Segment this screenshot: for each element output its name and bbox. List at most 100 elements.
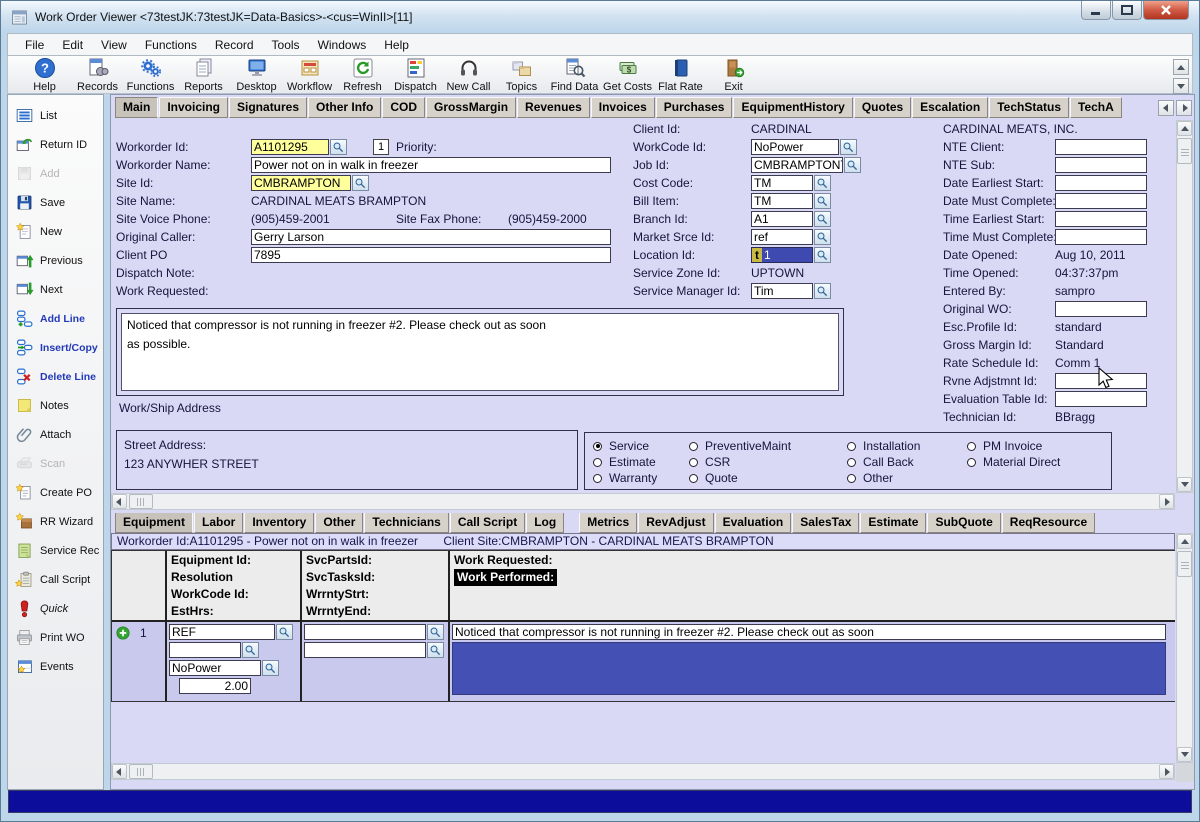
radio-quote[interactable]: Quote <box>689 470 791 486</box>
sidebar-item-call-script[interactable]: Call Script <box>8 565 103 594</box>
scroll-right-button[interactable] <box>1159 764 1174 779</box>
sidebar-item-delete-line[interactable]: Delete Line <box>8 362 103 391</box>
menu-record[interactable]: Record <box>206 35 263 55</box>
field-input-job-id[interactable]: CMBRAMPTONTM <box>751 157 843 173</box>
tab-quotes[interactable]: Quotes <box>854 97 911 118</box>
tab-purchases[interactable]: Purchases <box>656 97 733 118</box>
sidebar-item-return-id[interactable]: Return ID <box>8 130 103 159</box>
maximize-button[interactable] <box>1112 1 1142 20</box>
job-id-lookup-button[interactable] <box>844 157 861 173</box>
cost-code-lookup-button[interactable] <box>814 175 831 191</box>
equipment-id-lookup-button[interactable] <box>276 624 293 640</box>
subtab-metrics[interactable]: Metrics <box>579 513 637 533</box>
workcode-id-input[interactable]: NoPower <box>169 660 261 676</box>
radio-installation[interactable]: Installation <box>847 438 920 454</box>
subtab-inventory[interactable]: Inventory <box>244 513 314 533</box>
subtab-subquote[interactable]: SubQuote <box>927 513 1000 533</box>
scroll-right-button[interactable] <box>1159 494 1174 509</box>
tab-cod[interactable]: COD <box>382 97 425 118</box>
scroll-up-button[interactable] <box>1177 534 1192 549</box>
scroll-left-button[interactable] <box>112 494 127 509</box>
scroll-down-button[interactable] <box>1177 477 1192 492</box>
toolbar-dispatch-button[interactable]: Dispatch <box>389 57 442 93</box>
radio-warranty[interactable]: Warranty <box>593 470 657 486</box>
sidebar-item-insert-copy[interactable]: Insert/Copy <box>8 333 103 362</box>
toolbar-new-call-button[interactable]: New Call <box>442 57 495 93</box>
tab-invoicing[interactable]: Invoicing <box>159 97 228 118</box>
sidebar-item-add-line[interactable]: Add Line <box>8 304 103 333</box>
subtab-log[interactable]: Log <box>526 513 564 533</box>
tab-techstatus[interactable]: TechStatus <box>989 97 1069 118</box>
scroll-up-button[interactable] <box>1177 121 1192 136</box>
tab-scroll-left-button[interactable] <box>1158 100 1174 116</box>
svc-parts-id-input[interactable] <box>304 624 426 640</box>
radio-call-back[interactable]: Call Back <box>847 454 920 470</box>
work-requested-textarea[interactable]: Noticed that compressor is not running i… <box>121 313 839 391</box>
sidebar-item-print-wo[interactable]: Print WO <box>8 623 103 652</box>
menu-functions[interactable]: Functions <box>136 35 206 55</box>
branch-id-lookup-button[interactable] <box>814 211 831 227</box>
subtab-reqresource[interactable]: ReqResource <box>1002 513 1095 533</box>
grid-vertical-scrollbar[interactable] <box>1176 533 1193 763</box>
field-input-original-caller[interactable]: Gerry Larson <box>251 229 611 245</box>
tab-other-info[interactable]: Other Info <box>308 97 381 118</box>
bill-item-lookup-button[interactable] <box>814 193 831 209</box>
radio-material-direct[interactable]: Material Direct <box>967 454 1060 470</box>
field-input-market-srce-id[interactable]: ref <box>751 229 813 245</box>
toolbar-refresh-button[interactable]: Refresh <box>336 57 389 93</box>
subtab-other[interactable]: Other <box>315 513 363 533</box>
workorder-id-lookup-button[interactable] <box>330 139 347 155</box>
sidebar-item-previous[interactable]: Previous <box>8 246 103 275</box>
work-requested-input[interactable]: Noticed that compressor is not running i… <box>452 624 1166 640</box>
toolbar-scroll-up[interactable] <box>1173 59 1189 75</box>
tab-escalation[interactable]: Escalation <box>912 97 988 118</box>
sidebar-item-scan[interactable]: Scan <box>8 449 103 478</box>
scroll-down-button[interactable] <box>1177 747 1192 762</box>
sidebar-item-events[interactable]: Events <box>8 652 103 681</box>
field-input-nte-client[interactable] <box>1055 139 1147 155</box>
workcode-id-lookup-button[interactable] <box>262 660 279 676</box>
subtab-equipment[interactable]: Equipment <box>115 513 193 533</box>
field-input-date-must-complete[interactable] <box>1055 193 1147 209</box>
subtab-technicians[interactable]: Technicians <box>364 513 448 533</box>
scroll-thumb[interactable] <box>1177 551 1192 577</box>
field-input-date-earliest-start[interactable] <box>1055 175 1147 191</box>
subtab-labor[interactable]: Labor <box>194 513 243 533</box>
field-input-workorder-id[interactable]: A1101295 <box>251 139 329 155</box>
sidebar-item-attach[interactable]: Attach <box>8 420 103 449</box>
sidebar-item-rr-wizard[interactable]: RR Wizard <box>8 507 103 536</box>
field-input-evaluation-table-id[interactable] <box>1055 391 1147 407</box>
field-input-workorder-name[interactable]: Power not on in walk in freezer <box>251 157 611 173</box>
est-hrs-input[interactable]: 2.00 <box>179 678 251 694</box>
menu-view[interactable]: View <box>92 35 136 55</box>
toolbar-workflow-button[interactable]: Workflow <box>283 57 336 93</box>
menu-edit[interactable]: Edit <box>53 35 92 55</box>
resolution-lookup-button[interactable] <box>242 642 259 658</box>
field-input-service-manager-id[interactable]: Tim <box>751 283 813 299</box>
work-performed-selected-area[interactable] <box>452 642 1166 695</box>
subtab-estimate[interactable]: Estimate <box>860 513 926 533</box>
radio-estimate[interactable]: Estimate <box>593 454 657 470</box>
menu-help[interactable]: Help <box>375 35 418 55</box>
equipment-id-input[interactable]: REF <box>169 624 275 640</box>
tab-invoices[interactable]: Invoices <box>591 97 655 118</box>
subtab-call-script[interactable]: Call Script <box>450 513 525 533</box>
tab-revenues[interactable]: Revenues <box>517 97 590 118</box>
minimize-button[interactable] <box>1081 1 1111 20</box>
subtab-evaluation[interactable]: Evaluation <box>715 513 792 533</box>
grid-horizontal-scrollbar[interactable] <box>111 763 1175 780</box>
svc-tasks-lookup-button[interactable] <box>427 642 444 658</box>
toolbar-find-data-button[interactable]: Find Data <box>548 57 601 93</box>
sidebar-item-service-rec[interactable]: Service Rec <box>8 536 103 565</box>
field-input-time-must-complete[interactable] <box>1055 229 1147 245</box>
subtab-revadjust[interactable]: RevAdjust <box>638 513 713 533</box>
tab-equipmenthistory[interactable]: EquipmentHistory <box>733 97 852 118</box>
field-input-workcode-id[interactable]: NoPower <box>751 139 839 155</box>
sidebar-item-new[interactable]: New <box>8 217 103 246</box>
sidebar-item-list[interactable]: List <box>8 101 103 130</box>
sidebar-item-create-po[interactable]: Create PO <box>8 478 103 507</box>
field-input-rvne-adjstmnt-id[interactable] <box>1055 373 1147 389</box>
form-vertical-scrollbar[interactable] <box>1176 120 1193 493</box>
radio-csr[interactable]: CSR <box>689 454 791 470</box>
toolbar-exit-button[interactable]: Exit <box>707 57 760 93</box>
